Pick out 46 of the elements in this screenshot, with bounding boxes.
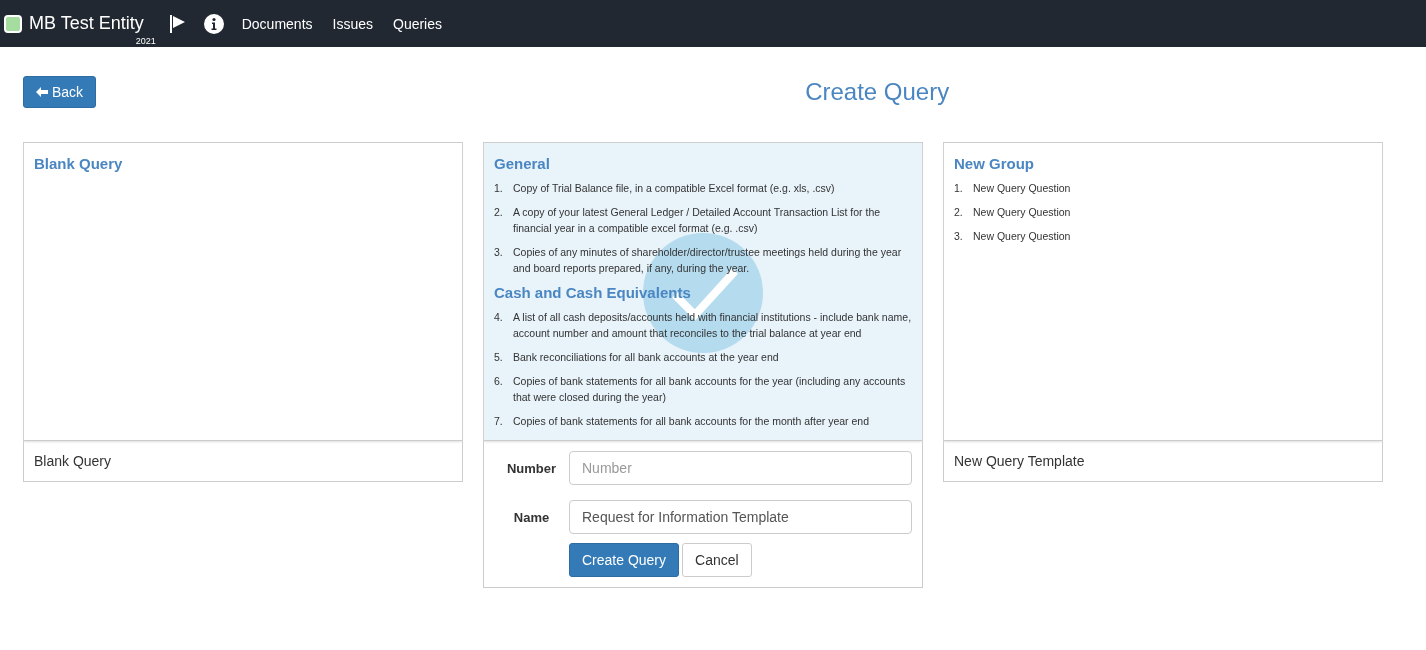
item-number: 1. <box>954 181 964 197</box>
item-number: 3. <box>494 245 504 261</box>
template-card[interactable]: New Group 1. New Query Question 2. New Query Question 3. New Query Question New Query Template <box>943 142 1383 483</box>
item-number: 6. <box>494 374 504 390</box>
item-text: Copies of bank statements for all bank accounts for the month after year end <box>513 414 870 430</box>
item-text: Copies of bank statements for all bank accounts for the year (including any accounts that were closed during the year) <box>513 374 907 406</box>
item-number: 7. <box>494 414 504 430</box>
item-text: A copy of your latest General Ledger / Detailed Account Transaction List for the financial year in a compatible excel format (e.g. .csv) <box>513 205 882 237</box>
arrow-left-icon <box>36 86 48 99</box>
template-name: Blank Query <box>33 452 113 472</box>
page-title: Create Query <box>805 78 950 107</box>
item-number: 4. <box>494 310 504 326</box>
item-number: 1. <box>494 181 504 197</box>
create-query-button[interactable]: Create Query <box>569 543 680 578</box>
nav-link[interactable]: Queries <box>393 15 443 32</box>
status-square-icon <box>4 14 22 33</box>
item-text: New Query Question <box>973 181 1071 197</box>
cancel-button[interactable]: Cancel <box>682 543 752 578</box>
item-text: New Query Question <box>973 205 1071 221</box>
section-title: General <box>494 155 551 173</box>
number-field[interactable]: Number <box>569 451 912 486</box>
item-number: 5. <box>494 350 504 366</box>
item-text: New Query Question <box>973 229 1071 245</box>
flag-icon[interactable] <box>167 14 186 33</box>
item-text: A list of all cash deposits/accounts held with financial institutions - include bank name, account number and amount that reconciles to the trial balance at year end <box>513 310 912 342</box>
item-text: Copy of Trial Balance file, in a compatible Excel format (e.g. xls, .csv) <box>513 181 835 197</box>
item-number: 2. <box>494 205 504 221</box>
nav-link[interactable]: Documents <box>241 15 313 32</box>
item-text: Bank reconciliations for all bank accounts at the year end <box>513 350 779 366</box>
nav-link[interactable]: Issues <box>332 15 373 32</box>
entity-year: 2021 <box>135 36 156 46</box>
section-title: Cash and Cash Equivalents <box>494 284 692 302</box>
section-title: New Group <box>954 155 1035 173</box>
field-label: Number <box>505 460 558 476</box>
name-field[interactable]: Request for Information Template <box>569 500 912 535</box>
template-card[interactable] <box>483 142 923 589</box>
entity-name[interactable]: MB Test Entity <box>29 13 144 34</box>
back-button[interactable]: Back <box>23 76 97 109</box>
info-icon[interactable] <box>203 13 224 34</box>
section-title: Blank Query <box>34 155 124 173</box>
template-name: New Query Template <box>953 452 1086 472</box>
item-text: Copies of any minutes of shareholder/director/trustee meetings held during the year and board reports prepared, if any, during the year. <box>513 245 903 277</box>
field-label: Name <box>512 509 551 525</box>
template-card[interactable]: Blank Query Blank Query <box>23 142 463 483</box>
item-number: 3. <box>954 229 964 245</box>
item-number: 2. <box>954 205 964 221</box>
